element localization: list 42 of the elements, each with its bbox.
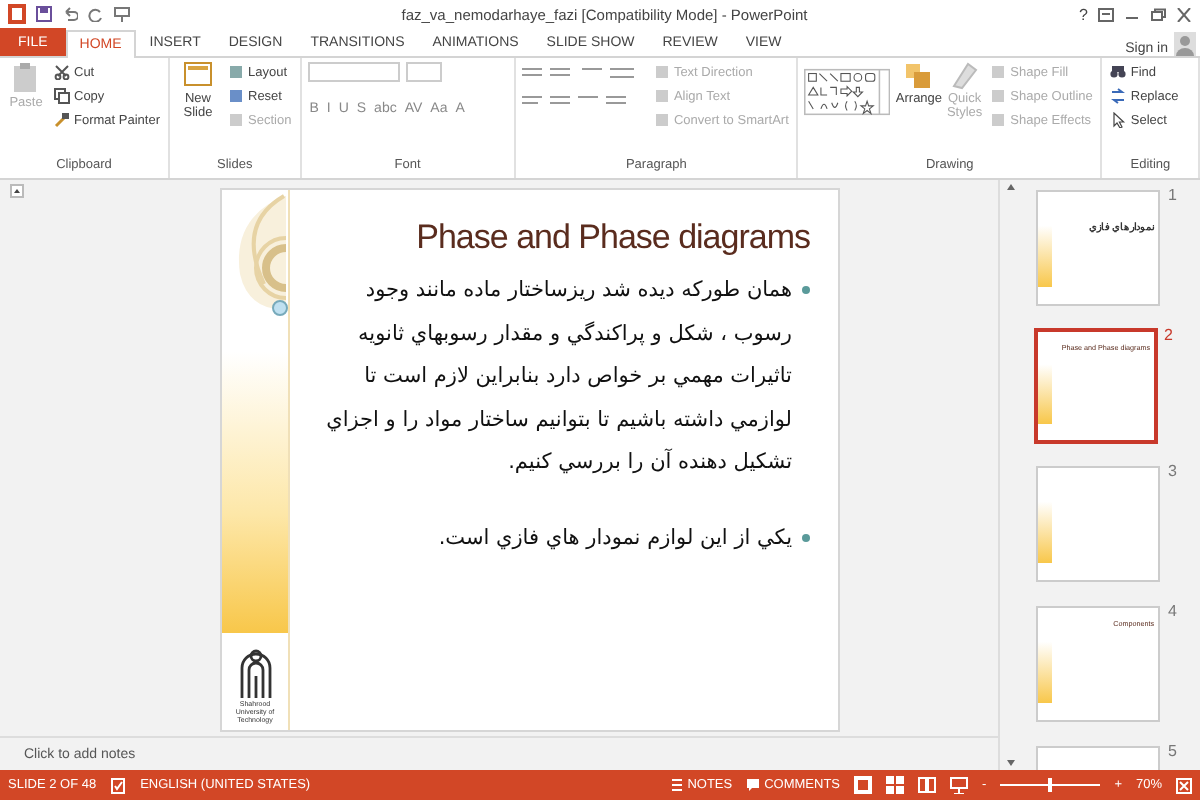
slide-show-icon[interactable] — [950, 776, 969, 794]
slide-sorter-icon[interactable] — [886, 776, 905, 794]
redo-icon[interactable] — [88, 6, 104, 22]
copy-icon — [54, 88, 70, 104]
spell-check-icon[interactable] — [110, 777, 127, 793]
bullet-text: همان طوركه ديده شد ريزساختار ماده مانند وجود رسوب ، شكل و پراكندگي و مقدار رسوبهاي ثانويه تاثيرات مهمي بر خواص دارد بنابراين لازم است تا لوازمي داشته باشيم تا بتوانيم ساختار مواد را و اجزاي تشكيل دهنده آن را بررسي كنيم. — [324, 276, 792, 478]
normal-view-icon[interactable] — [854, 776, 873, 794]
clipboard-icon — [12, 62, 40, 94]
notes-icon — [669, 778, 684, 792]
close-icon[interactable] — [1176, 7, 1192, 21]
arrange-icon — [904, 62, 933, 90]
slide-icon — [184, 62, 212, 90]
slide-number: 3 — [1168, 462, 1177, 480]
font-size-field[interactable] — [405, 62, 442, 82]
comment-icon — [746, 778, 761, 792]
slide-number: 5 — [1168, 742, 1177, 760]
slide-number: 1 — [1168, 186, 1177, 204]
scroll-up-icon[interactable] — [9, 184, 23, 198]
reading-view-icon[interactable] — [918, 776, 937, 794]
slide-title: Phase and Phase diagrams — [414, 218, 810, 258]
replace-icon — [1110, 88, 1127, 104]
bullet-icon — [802, 533, 810, 541]
undo-icon[interactable] — [62, 6, 78, 22]
bullet-icon — [802, 286, 810, 294]
paintbrush-icon — [54, 112, 70, 128]
scissors-icon — [54, 64, 70, 80]
slide-number: 4 — [1168, 602, 1177, 620]
slide-number: 2 — [1164, 326, 1173, 344]
save-icon[interactable] — [36, 6, 52, 22]
powerpoint-icon[interactable] — [8, 4, 26, 24]
cursor-icon — [1110, 112, 1127, 128]
slide-thumbnail[interactable] — [1036, 466, 1160, 582]
fit-slide-icon[interactable] — [1176, 777, 1192, 793]
font-name-field[interactable] — [307, 62, 400, 82]
help-button[interactable]: ? — [1079, 5, 1088, 23]
bullet-text: يكي از اين لوازم نمودار هاي فازي است. — [436, 523, 792, 554]
ribbon-display-options-icon[interactable] — [1098, 7, 1114, 21]
university-logo-icon — [235, 648, 275, 700]
binoculars-icon — [1110, 64, 1127, 80]
restore-icon[interactable] — [1150, 7, 1166, 21]
quick-styles-icon — [950, 62, 979, 90]
start-from-beginning-icon[interactable] — [114, 6, 130, 22]
